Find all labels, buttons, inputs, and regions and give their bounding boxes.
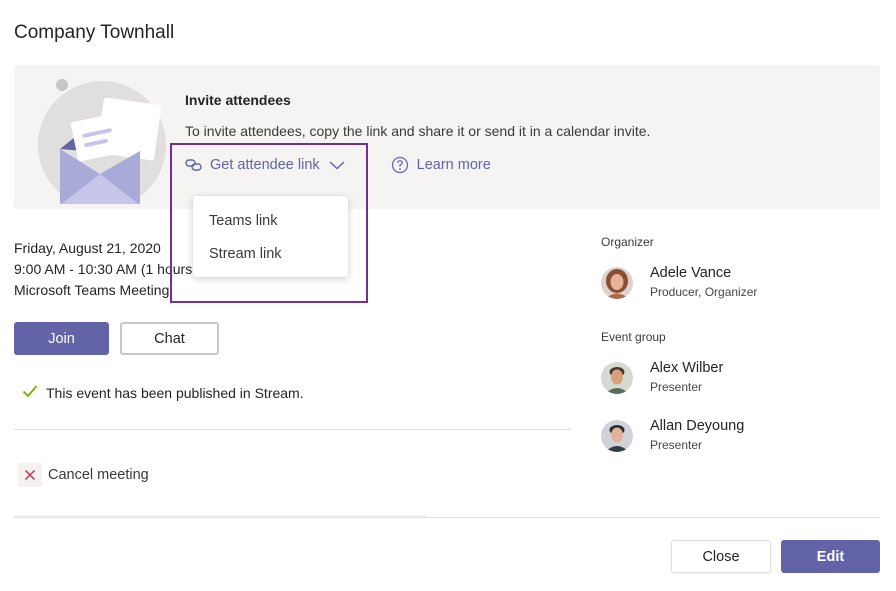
edit-button[interactable]: Edit bbox=[781, 540, 880, 573]
event-group-member[interactable]: Allan Deyoung Presenter bbox=[601, 417, 744, 454]
learn-more-label: Learn more bbox=[416, 157, 491, 173]
envelope-illustration bbox=[38, 79, 166, 204]
published-text: This event has been published in Stream. bbox=[46, 384, 304, 401]
meeting-details-dialog: Company Townhall Invite attendees To inv… bbox=[0, 0, 896, 591]
join-button[interactable]: Join bbox=[14, 322, 109, 355]
avatar bbox=[601, 420, 633, 452]
checkmark-icon bbox=[22, 384, 46, 401]
member-name: Alex Wilber bbox=[650, 360, 724, 376]
attendee-link-dropdown: Teams link Stream link bbox=[193, 196, 348, 277]
avatar bbox=[601, 267, 633, 299]
member-name: Allan Deyoung bbox=[650, 418, 745, 434]
organizer-person[interactable]: Adele Vance Producer, Organizer bbox=[601, 264, 757, 301]
organizer-name: Adele Vance bbox=[650, 265, 732, 281]
event-group-label: Event group bbox=[601, 330, 666, 344]
avatar bbox=[601, 362, 633, 394]
published-status: This event has been published in Stream. bbox=[22, 384, 304, 401]
member-role: Presenter bbox=[650, 380, 703, 394]
dropdown-item-stream-link[interactable]: Stream link bbox=[209, 246, 282, 262]
member-role: Presenter bbox=[650, 438, 703, 452]
close-button[interactable]: Close bbox=[671, 540, 771, 573]
event-details: Friday, August 21, 2020 9:00 AM - 10:30 … bbox=[14, 238, 196, 301]
cancel-meeting-button[interactable]: Cancel meeting bbox=[18, 463, 149, 487]
organizer-label: Organizer bbox=[601, 235, 654, 249]
invite-description: To invite attendees, copy the link and s… bbox=[185, 123, 651, 139]
question-circle-icon bbox=[391, 156, 409, 174]
footer-divider bbox=[14, 517, 880, 518]
invite-attendees-panel: Invite attendees To invite attendees, co… bbox=[14, 65, 880, 209]
cancel-meeting-label: Cancel meeting bbox=[48, 467, 149, 483]
chat-button[interactable]: Chat bbox=[120, 322, 219, 355]
dropdown-item-teams-link[interactable]: Teams link bbox=[209, 213, 278, 229]
event-group-member[interactable]: Alex Wilber Presenter bbox=[601, 359, 723, 396]
organizer-role: Producer, Organizer bbox=[650, 285, 758, 299]
event-date: Friday, August 21, 2020 bbox=[14, 240, 161, 256]
invite-heading: Invite attendees bbox=[185, 92, 291, 108]
learn-more-link[interactable]: Learn more bbox=[391, 156, 491, 174]
event-time: 9:00 AM - 10:30 AM (1 hours bbox=[14, 261, 193, 277]
divider bbox=[14, 429, 571, 430]
dialog-title: Company Townhall bbox=[14, 22, 175, 43]
close-icon bbox=[18, 463, 42, 487]
event-type: Microsoft Teams Meeting bbox=[14, 282, 170, 298]
